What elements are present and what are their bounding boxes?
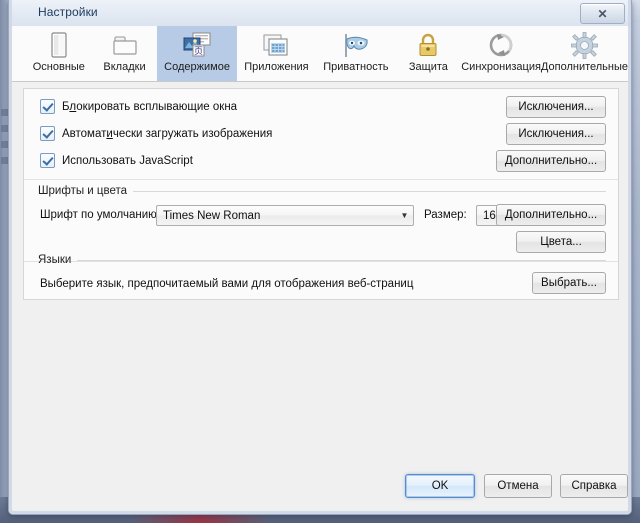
- chevron-down-icon: ▼: [400, 211, 409, 220]
- images-exceptions-button[interactable]: Исключения...: [506, 123, 606, 145]
- tab-general-label: Основные: [32, 61, 85, 73]
- default-font-label: Шрифт по умолчанию:: [40, 209, 160, 221]
- close-icon[interactable]: ✕: [580, 3, 625, 24]
- enable-javascript-checkbox[interactable]: [40, 153, 55, 168]
- load-images-row[interactable]: Автоматически загружать изображения: [40, 126, 272, 141]
- preferences-toolbar: Основные Вкладки 页 Содержимое Приложения…: [12, 26, 628, 82]
- default-font-select[interactable]: Times New Roman ▼: [156, 205, 414, 226]
- tab-content-label: Содержимое: [164, 61, 230, 73]
- tab-privacy-label: Приватность: [323, 61, 389, 73]
- colors-button[interactable]: Цвета...: [516, 231, 606, 253]
- popup-exceptions-button[interactable]: Исключения...: [506, 96, 606, 118]
- load-images-label: Автоматически загружать изображения: [62, 127, 273, 140]
- tab-sync-label: Синхронизация: [461, 61, 541, 73]
- tab-applications-label: Приложения: [244, 61, 309, 73]
- fonts-group-rule: [133, 190, 606, 192]
- tab-tabs-label: Вкладки: [103, 61, 146, 73]
- fonts-group-header: Шрифты и цвета: [38, 185, 606, 197]
- block-popups-label: Блокировать всплывающие окна: [62, 100, 238, 113]
- security-lock-icon: [417, 30, 439, 60]
- javascript-advanced-button[interactable]: Дополнительно...: [496, 150, 606, 172]
- languages-group-title: Языки: [38, 254, 72, 266]
- window-title: Настройки: [38, 5, 98, 19]
- privacy-mask-icon: [341, 30, 371, 60]
- block-popups-checkbox[interactable]: [40, 99, 55, 114]
- tab-security[interactable]: Защита: [396, 26, 462, 81]
- cancel-button[interactable]: Отмена: [484, 474, 552, 498]
- screen: Настройки ✕ Основные Вкладки 页 Содержимо…: [0, 0, 640, 523]
- enable-javascript-row[interactable]: Использовать JavaScript: [40, 153, 193, 168]
- ok-button[interactable]: OK: [405, 474, 475, 498]
- section-separator-1: [24, 179, 618, 180]
- fonts-advanced-button[interactable]: Дополнительно...: [496, 204, 606, 226]
- content-icon: 页: [182, 30, 212, 60]
- load-images-checkbox[interactable]: [40, 126, 55, 141]
- general-panel-icon: [48, 30, 70, 60]
- preferences-dialog: Настройки ✕ Основные Вкладки 页 Содержимо…: [8, 0, 632, 515]
- tab-tabs[interactable]: Вкладки: [92, 26, 158, 81]
- applications-icon: [262, 30, 290, 60]
- languages-group-rule: [77, 259, 606, 261]
- sync-icon: [488, 30, 514, 60]
- help-button[interactable]: Справка: [560, 474, 628, 498]
- content-settings-panel: Блокировать всплывающие окна Автоматичес…: [23, 88, 619, 300]
- tab-content[interactable]: 页 Содержимое: [157, 26, 237, 81]
- svg-text:页: 页: [194, 46, 203, 57]
- tabs-icon: [112, 30, 138, 60]
- tab-sync[interactable]: Синхронизация: [461, 26, 541, 81]
- tab-general[interactable]: Основные: [26, 26, 92, 81]
- default-font-value: Times New Roman: [163, 209, 261, 222]
- tab-privacy[interactable]: Приватность: [316, 26, 395, 81]
- tab-advanced[interactable]: Дополнительные: [541, 26, 628, 81]
- tab-advanced-label: Дополнительные: [540, 61, 628, 73]
- block-popups-row[interactable]: Блокировать всплывающие окна: [40, 99, 237, 114]
- fonts-group-title: Шрифты и цвета: [38, 185, 128, 197]
- tab-applications[interactable]: Приложения: [237, 26, 316, 81]
- choose-language-button[interactable]: Выбрать...: [532, 272, 606, 294]
- languages-description: Выберите язык, предпочитаемый вами для о…: [40, 278, 414, 290]
- enable-javascript-label: Использовать JavaScript: [62, 154, 193, 167]
- title-bar: Настройки ✕: [9, 0, 631, 27]
- tab-security-label: Защита: [408, 61, 448, 73]
- font-size-label: Размер:: [424, 209, 467, 221]
- advanced-gear-icon: [571, 30, 598, 60]
- languages-group-header: Языки: [38, 254, 606, 266]
